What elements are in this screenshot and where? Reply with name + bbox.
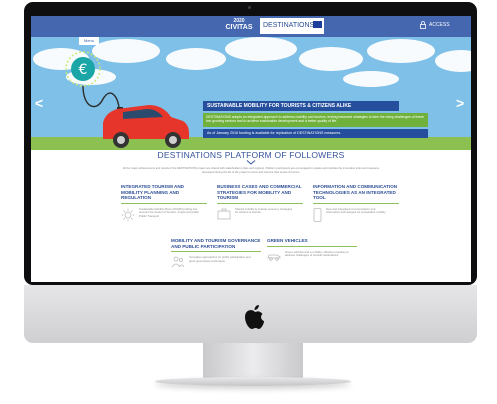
topic-card[interactable]: INTEGRATED TOURISM AND MOBILITY PLANNING… [121, 184, 207, 230]
screen: 2020 CIVITAS DESTINATIONS ACCESS € < > S… [31, 16, 471, 282]
briefcase-icon [217, 208, 231, 220]
apple-logo-icon [245, 305, 264, 329]
card-title: MOBILITY AND TOURISM GOVERNANCE AND PUBL… [171, 238, 261, 249]
topic-card[interactable]: GREEN VEHICLES Green vehicles and e-mobi… [267, 238, 357, 278]
monitor-base [155, 377, 351, 386]
card-divider [171, 251, 261, 253]
access-button[interactable]: ACCESS [429, 22, 450, 28]
card-divider [217, 202, 303, 204]
topic-card[interactable]: INFORMATION AND COMMUNICATION TECHNOLOGI… [313, 184, 399, 230]
slider-next-button[interactable]: > [456, 95, 464, 111]
civitas-logo[interactable]: 2020 CIVITAS [219, 18, 259, 34]
card-title: BUSINESS CASES AND COMMERCIAL STRATEGIES… [217, 184, 302, 201]
hero-slogan: SUSTAINABLE MOBILITY FOR TOURISTS & CITI… [203, 101, 399, 111]
sun-icon [121, 208, 135, 222]
monitor-stand [203, 343, 303, 379]
card-title: INFORMATION AND COMMUNICATION TECHNOLOGI… [313, 184, 398, 201]
card-text: Innovative approaches for public partici… [189, 255, 251, 263]
card-divider [313, 202, 399, 204]
svg-text:€: € [79, 62, 88, 78]
card-divider [267, 245, 357, 247]
hero-slider: € < > SUSTAINABLE MOBILITY FOR TOURISTS … [31, 37, 471, 150]
camera-icon [248, 6, 251, 9]
card-title: INTEGRATED TOURISM AND MOBILITY PLANNING… [121, 184, 184, 201]
card-text: Green vehicles and e-mobility: effective… [285, 249, 349, 258]
platform-intro: All the major achievements and results o… [122, 167, 380, 174]
slider-prev-button[interactable]: < [35, 95, 43, 111]
lock-icon[interactable] [420, 21, 426, 29]
logo-text: CIVITAS [225, 24, 253, 31]
chevron-down-icon [246, 160, 256, 165]
hero-description: DESTINATIONS adopts an integrated approa… [203, 113, 428, 127]
topic-card[interactable]: MOBILITY AND TOURISM GOVERNANCE AND PUBL… [171, 238, 261, 278]
green-vehicle-icon [267, 254, 281, 261]
card-text: Sustainable Mobility Plans (SUMPs) takin… [139, 206, 199, 219]
topic-card[interactable]: BUSINESS CASES AND COMMERCIAL STRATEGIES… [217, 184, 303, 230]
card-title: GREEN VEHICLES [267, 238, 308, 243]
platform-title: DESTINATIONS PLATFORM OF FOLLOWERS [157, 150, 345, 160]
menu-button[interactable]: Menu [79, 37, 99, 45]
hero-funding-note[interactable]: As of January 2016 funding is available … [203, 129, 428, 138]
people-icon [171, 256, 185, 268]
smartphone-icon [313, 207, 322, 222]
eu-flag-icon [313, 21, 322, 28]
card-text: Shared mobility & smarter economy strate… [235, 206, 293, 215]
card-text: New and integrated communication and inf… [326, 206, 386, 215]
card-divider [121, 202, 207, 204]
